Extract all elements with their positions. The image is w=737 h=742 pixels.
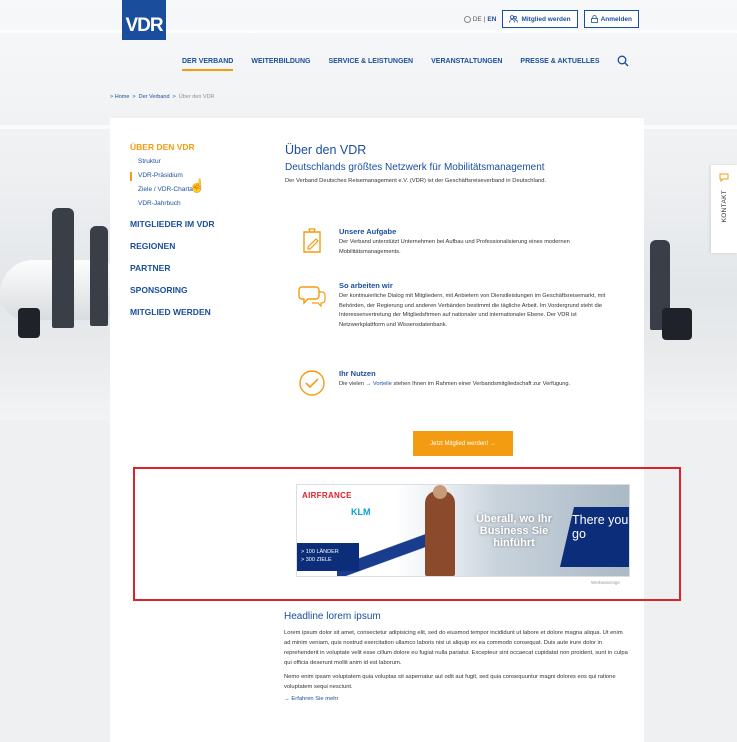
feature-text: Der Verband unterstützt Unternehmen bei … (339, 239, 570, 255)
chat-icon (719, 173, 729, 182)
sidebar-item-mitglieder[interactable]: MITGLIEDER IM VDR (130, 219, 250, 229)
nav-item-der-verband[interactable]: DER VERBAND (182, 58, 234, 71)
ceiling-line (0, 30, 737, 33)
traveler-image (90, 226, 108, 326)
airfrance-logo: AIRFRANCE (302, 491, 352, 500)
klm-logo: KLM (351, 507, 371, 517)
learn-more-link[interactable]: → Erfahren Sie mehr (284, 696, 629, 702)
ad-destinations: > 100 LÄNDER > 300 ZIELE (297, 543, 359, 571)
sidebar-item-jahrbuch[interactable]: VDR-Jahrbuch (138, 200, 250, 207)
page-subtitle: Deutschlands größtes Netzwerk für Mobili… (285, 162, 545, 173)
chat-bubbles-icon (298, 286, 326, 308)
suitcase-image (18, 308, 40, 338)
language-switch: DE | EN (463, 15, 496, 23)
search-icon[interactable] (617, 55, 629, 67)
login-button[interactable]: Anmelden (583, 10, 639, 28)
nav-item-service[interactable]: SERVICE & LEISTUNGEN (328, 58, 413, 71)
nav-item-weiterbildung[interactable]: WEITERBILDUNG (251, 58, 310, 71)
feature-title: So arbeiten wir (339, 281, 393, 290)
suitcase-image (662, 308, 692, 340)
member-button-label: Mitglied werden (521, 15, 571, 23)
kontakt-label: KONTAKT (720, 190, 728, 223)
sidebar-item-partner[interactable]: PARTNER (130, 263, 250, 273)
breadcrumb-separator: > (172, 94, 176, 100)
lorem-paragraph: Nemo enim ipsam voluptatem quia voluptas… (284, 674, 616, 690)
lorem-section: Headline lorem ipsum Lorem ipsum dolor s… (284, 611, 629, 702)
lang-en[interactable]: EN (487, 16, 496, 23)
breadcrumb: > Home > Der Verband > Über den VDR (110, 94, 215, 100)
feature-text-start: Die vielen (339, 381, 364, 387)
edit-document-icon (303, 228, 321, 253)
airfrance-klm-ad-banner[interactable]: AIRFRANCE KLM > 100 LÄNDER > 300 ZIELE Ü… (296, 484, 630, 577)
sidebar-navigation: ÜBER DEN VDR Struktur VDR-Präsidium Ziel… (130, 142, 250, 325)
feature-text: Die vielen → Vorteile stehen Ihnen im Ra… (339, 380, 624, 390)
kontakt-tab[interactable]: KONTAKT (711, 165, 737, 253)
lang-separator: | (483, 15, 486, 23)
ad-label: Werbeanzeige (591, 580, 620, 585)
sidebar-item-regionen[interactable]: REGIONEN (130, 241, 250, 251)
lorem-paragraph: Lorem ipsum dolor sit amet, consectetur … (284, 630, 628, 666)
feature-unsere-aufgabe: Unsere Aufgabe Der Verband unterstützt U… (298, 227, 628, 267)
member-button[interactable]: Mitglied werden (502, 10, 578, 28)
feature-ihr-nutzen: Ihr Nutzen Die vielen → Vorteile stehen … (298, 369, 628, 409)
vdr-logo[interactable]: VDR (122, 0, 166, 40)
lock-icon (590, 15, 598, 23)
breadcrumb-separator: > (132, 94, 136, 100)
lorem-headline: Headline lorem ipsum (284, 611, 381, 622)
user-group-icon (509, 15, 519, 23)
feature-text-end: stehen Ihnen im Rahmen einer Verbandsmit… (393, 381, 571, 387)
sidebar-item-sponsoring[interactable]: SPONSORING (130, 285, 250, 295)
traveler-image (52, 208, 74, 328)
ad-tagline: There you go (560, 507, 629, 567)
sidebar-item-struktur[interactable]: Struktur (138, 158, 250, 165)
ad-destinations-count: > 300 ZIELE (301, 557, 332, 563)
globe-icon (463, 15, 471, 23)
nav-item-veranstaltungen[interactable]: VERANSTALTUNGEN (431, 58, 502, 71)
ad-countries: > 100 LÄNDER (301, 549, 339, 555)
lang-de[interactable]: DE (473, 16, 482, 23)
login-button-label: Anmelden (600, 15, 632, 23)
hand-cursor-icon: ☝ (189, 178, 206, 193)
intro-text: Der Verband Deutsches Reisemanagement e.… (285, 178, 547, 184)
sidebar-item-mitglied-werden[interactable]: MITGLIED WERDEN (130, 307, 250, 317)
check-circle-icon (299, 370, 325, 396)
feature-text: Der kontinuierliche Dialog mit Mitgliede… (339, 293, 606, 328)
ad-slogan: Überall, wo Ihr Business Sie hinführt (476, 513, 552, 549)
ad-businessman-image (425, 485, 455, 576)
feature-title: Ihr Nutzen (339, 369, 376, 378)
vorteile-link[interactable]: → Vorteile (366, 381, 392, 387)
sidebar-heading-ueber-den-vdr[interactable]: ÜBER DEN VDR (130, 142, 250, 152)
join-now-button[interactable]: Jetzt Mitglied werden! → (413, 431, 513, 456)
page-title: Über den VDR (285, 143, 367, 157)
nav-item-presse[interactable]: PRESSE & AKTUELLES (520, 58, 599, 71)
breadcrumb-section[interactable]: Der Verband (139, 94, 170, 100)
main-navigation: DER VERBAND WEITERBILDUNG SERVICE & LEIS… (182, 58, 600, 71)
breadcrumb-home[interactable]: > Home (110, 94, 129, 100)
feature-so-arbeiten-wir: So arbeiten wir Der kontinuierliche Dial… (298, 281, 628, 351)
breadcrumb-current: Über den VDR (178, 94, 215, 100)
top-bar: DE | EN Mitglied werden Anmelden (463, 10, 639, 28)
feature-title: Unsere Aufgabe (339, 227, 397, 236)
main-content: Über den VDR Deutschlands größtes Netzwe… (285, 143, 625, 184)
